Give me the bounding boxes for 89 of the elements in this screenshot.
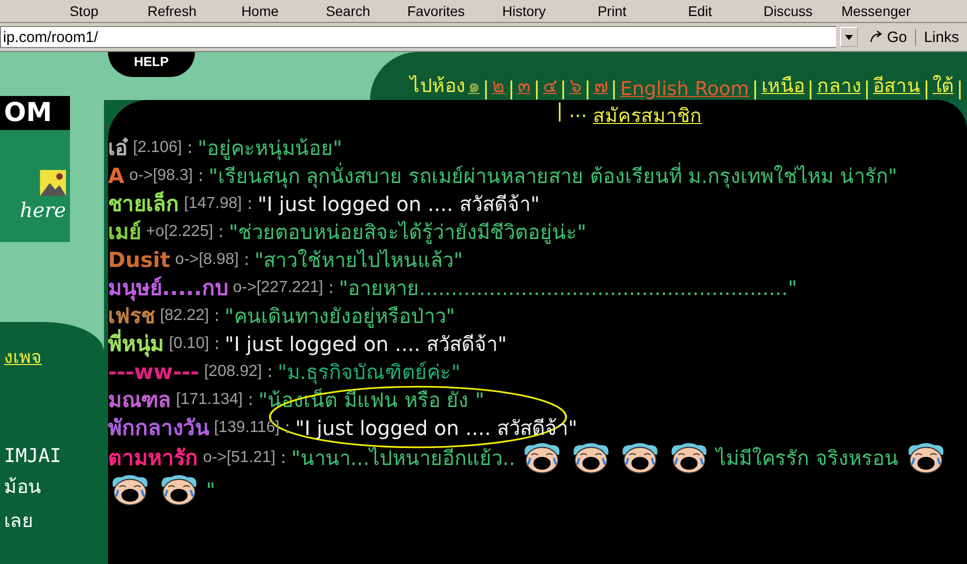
message-text: "เรียนสนุก ลุกนั่งสบาย รถเมย์ผ่านหลายสาย ต้องเรียนที่ ม.กรุงเทพใช่ไหม น่ารัก"	[208, 162, 898, 190]
user-ip: o->[227.221]	[232, 278, 324, 298]
colon-text: :	[214, 305, 220, 328]
user-ip: o->[98.3]	[129, 166, 193, 186]
user-name: มนุษย์.....กบ	[108, 275, 228, 302]
user-ip: [147.98]	[184, 194, 242, 214]
user-ip: o->[8.98]	[175, 250, 239, 270]
toolbar-button[interactable]: Print	[568, 3, 656, 19]
message-text: "นานา...ไปหนายอีกแย้ว..	[291, 445, 516, 472]
separator-text: |	[584, 78, 591, 100]
user-ip: [139.116]	[214, 418, 280, 438]
sidebar-text: IMJAI	[4, 445, 62, 467]
user-name: เฟรช	[108, 303, 155, 329]
toolbar-button[interactable]: Search	[304, 3, 392, 19]
toolbar-button[interactable]: Messenger	[832, 3, 920, 19]
arrow-icon	[870, 31, 884, 43]
room-link[interactable]: เหนือ	[761, 70, 804, 100]
message-text: "ช่วยตอบหน่อยสิจะได้รู้ว่ายังมีชีวิตอยู่น่ะ"	[228, 219, 586, 246]
separator-text: |	[482, 78, 490, 100]
room-link[interactable]: ๑	[468, 70, 480, 100]
colon-text: :	[186, 137, 193, 160]
toolbar-button[interactable]: History	[480, 3, 568, 19]
separator-text: |	[923, 78, 930, 100]
register-link[interactable]: สมัครสมาชิก	[593, 100, 702, 130]
message-text: ไม่มีใครรัก จริงหรอน	[716, 445, 899, 472]
address-field[interactable]: ip.com/room1/	[0, 26, 836, 48]
room-link[interactable]: ใต้	[932, 70, 954, 100]
nav-label: ไปห้อง	[410, 74, 465, 99]
message-text: "อายหาย.........................................................."	[338, 275, 798, 302]
colon-text: :	[248, 389, 254, 412]
user-name: เมย์	[108, 219, 141, 246]
separator-text: |	[560, 78, 566, 100]
user-ip: [2.106]	[133, 138, 182, 158]
toolbar-button[interactable]: Refresh	[128, 3, 216, 19]
colon-text: :	[214, 333, 220, 356]
user-ip: +o[2.225]	[146, 222, 214, 242]
colon-text: :	[266, 361, 273, 384]
colon-text: :	[328, 277, 334, 300]
colon-text: :	[280, 447, 286, 470]
dropdown-button[interactable]	[840, 27, 858, 47]
caret-icon	[844, 34, 853, 40]
message-text: "I just logged on .... สวัสดีจ้า"	[258, 191, 540, 218]
picture-caption: here	[20, 198, 66, 222]
separator-text: |	[610, 78, 618, 100]
separator-text: |	[534, 78, 540, 100]
colon-text: :	[218, 221, 224, 244]
separator-text: |	[752, 78, 758, 100]
message-text: "อยู่คะหนุ่มน้อย"	[198, 135, 342, 162]
room-link[interactable]: กลาง	[816, 70, 861, 100]
message-text: "ม.ธุรกิจบัณฑิตย์ค่ะ"	[278, 359, 460, 386]
message-text: "I just logged on .... สวัสดีจ้า"	[224, 331, 507, 358]
separator-text: | ...	[556, 100, 587, 124]
colon-text: :	[246, 193, 253, 216]
user-name: เอ๋	[108, 135, 128, 162]
toolbar-button[interactable]: Edit	[656, 3, 744, 19]
user-ip: o->[51.21]	[203, 448, 276, 468]
user-ip: [208.92]	[204, 362, 262, 382]
sidebar-text: เลย	[4, 509, 34, 534]
message-text: "	[206, 477, 216, 504]
user-name: Dusit	[108, 247, 170, 274]
user-ip: [0.10]	[169, 334, 210, 354]
logo-text: OM	[0, 96, 70, 130]
colon-text: :	[244, 249, 250, 272]
user-name: ตามหารัก	[108, 445, 198, 472]
separator-text: |	[864, 78, 870, 100]
user-ip: [82.22]	[160, 306, 209, 326]
help-button[interactable]: HELP	[108, 52, 195, 77]
mountain-picture-icon	[40, 170, 66, 196]
user-name: พักกลางวัน	[108, 415, 209, 442]
message-text: "คนเดินทางยังอยู่หรือป่าว"	[224, 303, 456, 330]
colon-text: :	[198, 165, 204, 188]
toolbar-button[interactable]: Favorites	[392, 3, 480, 19]
toolbar-button[interactable]: Home	[216, 3, 304, 19]
user-name: ชายเล็ก	[108, 190, 179, 218]
separator-text: |	[956, 78, 963, 100]
toolbar-button[interactable]: Discuss	[744, 3, 832, 19]
user-name: ---ww---	[108, 359, 200, 386]
user-name: A	[108, 163, 124, 190]
user-name: พี่หนุ่ม	[108, 330, 164, 358]
sidebar-link[interactable]: งเพจ	[4, 342, 42, 371]
user-ip: [171.134]	[176, 390, 243, 410]
user-name: มณฑล	[108, 387, 171, 414]
separator-text: |	[807, 78, 814, 100]
sidebar-text: ม้อน	[4, 475, 42, 500]
room-link[interactable]: อีสาน	[873, 70, 920, 100]
toolbar-button[interactable]: Stop	[40, 3, 128, 19]
separator-text: |	[508, 78, 515, 100]
message-text: "สาวใช้หายไปไหนแล้ว"	[254, 247, 463, 274]
colon-text: :	[284, 417, 290, 440]
